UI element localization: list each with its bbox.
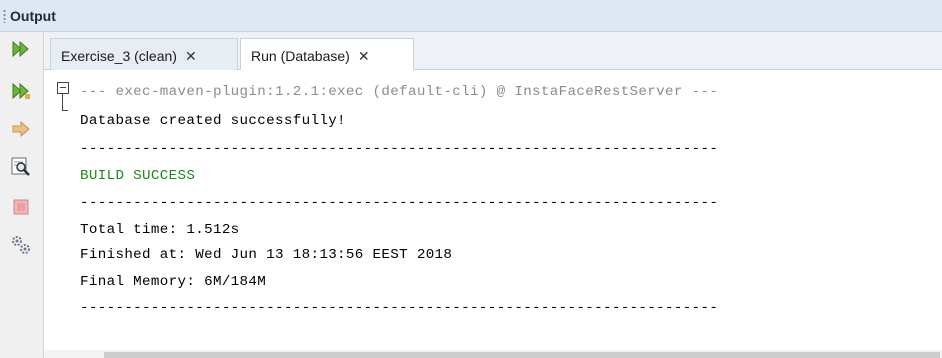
tab-run-database[interactable]: Run (Database) ✕ — [240, 38, 414, 71]
output-line-total-time: Total time: 1.512s — [80, 222, 240, 238]
stop-icon — [13, 199, 29, 215]
close-icon[interactable]: ✕ — [185, 48, 197, 65]
settings-button[interactable] — [10, 234, 32, 256]
find-icon — [11, 157, 30, 176]
rerun-icon — [12, 40, 29, 58]
tab-exercise-3-clean[interactable]: Exercise_3 (clean) ✕ — [50, 38, 238, 70]
rerun-with-options-icon — [12, 82, 30, 100]
output-line-finished-at: Finished at: Wed Jun 13 18:13:56 EEST 20… — [80, 247, 453, 263]
output-line-separator: ----------------------------------------… — [80, 141, 719, 157]
settings-icon — [12, 236, 30, 254]
output-line-message: Database created successfully! — [80, 113, 346, 129]
output-console[interactable]: --- exec-maven-plugin:1.2.1:exec (defaul… — [44, 70, 942, 358]
stop-button[interactable] — [10, 196, 32, 218]
output-tab-bar: Exercise_3 (clean) ✕ Run (Database) ✕ — [44, 32, 942, 71]
tab-label: Exercise_3 (clean) — [61, 48, 177, 64]
tab-label: Run (Database) — [251, 48, 350, 64]
output-line-build-success: BUILD SUCCESS — [80, 168, 196, 184]
window-title: Output — [10, 8, 56, 24]
horizontal-scrollbar[interactable] — [44, 350, 942, 358]
fold-guide-end — [62, 110, 68, 111]
find-button[interactable] — [10, 156, 32, 178]
output-window-header: Output — [0, 0, 942, 32]
scrollbar-thumb[interactable] — [104, 352, 940, 358]
fold-guide-line — [62, 94, 63, 110]
close-icon[interactable]: ✕ — [358, 48, 370, 65]
output-line-final-memory: Final Memory: 6M/184M — [80, 274, 267, 290]
forward-button[interactable] — [10, 118, 32, 140]
output-line-separator: ----------------------------------------… — [80, 300, 719, 316]
collapse-fold-icon[interactable] — [57, 82, 69, 94]
drag-grip-icon[interactable] — [3, 9, 6, 23]
rerun-with-options-button[interactable] — [10, 80, 32, 102]
output-line-separator: ----------------------------------------… — [80, 195, 719, 211]
output-line-header: --- exec-maven-plugin:1.2.1:exec (defaul… — [80, 84, 719, 100]
rerun-button[interactable] — [10, 38, 32, 60]
forward-arrow-icon — [12, 120, 30, 138]
output-toolbar — [0, 32, 44, 358]
